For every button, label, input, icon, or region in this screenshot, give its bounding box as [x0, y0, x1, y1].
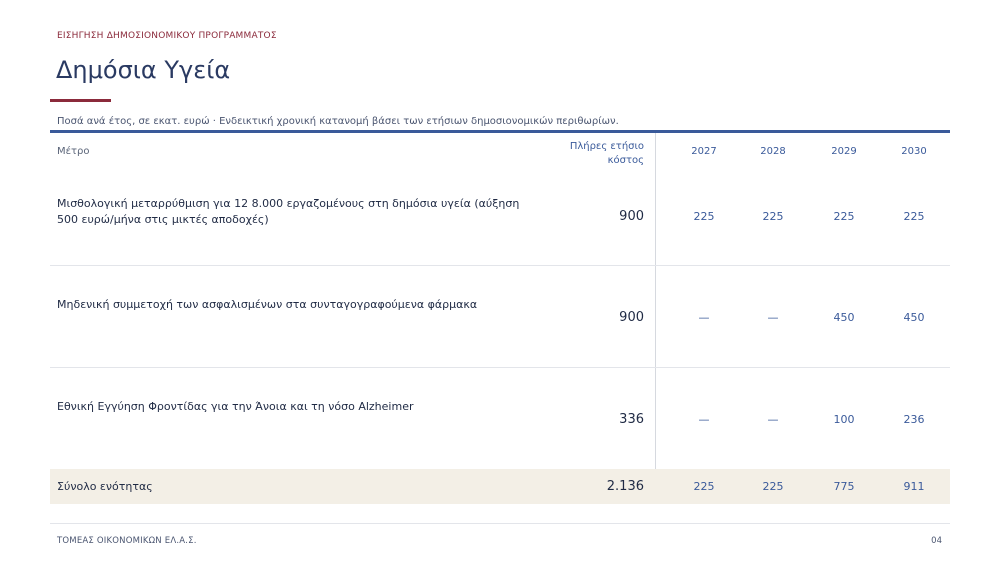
- row-measure: Μηδενική συμμετοχή των ασφαλισμένων στα …: [57, 298, 478, 311]
- column-header-2028: 2028: [760, 146, 786, 157]
- page-number: 04: [931, 536, 942, 546]
- total-cost: 2.136: [606, 479, 644, 494]
- row-divider: [50, 265, 950, 266]
- row-value-2027: —: [698, 311, 710, 324]
- page-title: Δημόσια Υγεία: [56, 56, 231, 84]
- row-value-2030: 450: [903, 311, 925, 324]
- total-row: [50, 469, 950, 504]
- row-value-2029: 100: [833, 413, 855, 426]
- row-value-2030: 236: [903, 413, 925, 426]
- column-header-2030: 2030: [901, 146, 927, 157]
- total-value-2029: 775: [833, 480, 855, 493]
- title-accent-bar: [50, 99, 111, 102]
- row-cost: 336: [619, 412, 644, 427]
- table-top-rule: [50, 130, 950, 133]
- total-value-2028: 225: [762, 480, 784, 493]
- row-value-2030: 225: [903, 210, 925, 223]
- row-value-2028: —: [767, 413, 779, 426]
- row-cost: 900: [619, 310, 644, 325]
- column-header-2029: 2029: [831, 146, 857, 157]
- row-value-2028: —: [767, 311, 779, 324]
- row-value-2029: 450: [833, 311, 855, 324]
- row-divider: [50, 367, 950, 368]
- row-measure: Μισθολογική μεταρρύθμιση για 12 8.000 ερ…: [57, 197, 520, 226]
- total-value-2027: 225: [693, 480, 715, 493]
- row-value-2028: 225: [762, 210, 784, 223]
- column-separator: [655, 133, 656, 469]
- row-cost: 900: [619, 209, 644, 224]
- footer-organization: ΤΟΜΕΑΣ ΟΙΚΟΝΟΜΙΚΩΝ ΕΛ.Α.Σ.: [57, 536, 197, 546]
- row-value-2027: 225: [693, 210, 715, 223]
- table-subtitle: Ποσά ανά έτος, σε εκατ. ευρώ · Ενδεικτικ…: [57, 116, 619, 127]
- column-header-cost: Πλήρες ετήσιο κόστος: [569, 141, 644, 166]
- column-header-2027: 2027: [691, 146, 717, 157]
- total-value-2030: 911: [903, 480, 925, 493]
- total-label: Σύνολο ενότητας: [57, 480, 153, 493]
- column-header-measure: Μέτρο: [57, 146, 90, 157]
- footer-divider: [50, 523, 950, 524]
- row-measure: Εθνική Εγγύηση Φροντίδας για την Άνοια κ…: [57, 400, 414, 413]
- section-kicker: ΕΙΣΗΓΗΣΗ ΔΗΜΟΣΙΟΝΟΜΙΚΟΥ ΠΡΟΓΡΑΜΜΑΤΟΣ: [57, 31, 277, 41]
- row-value-2029: 225: [833, 210, 855, 223]
- row-value-2027: —: [698, 413, 710, 426]
